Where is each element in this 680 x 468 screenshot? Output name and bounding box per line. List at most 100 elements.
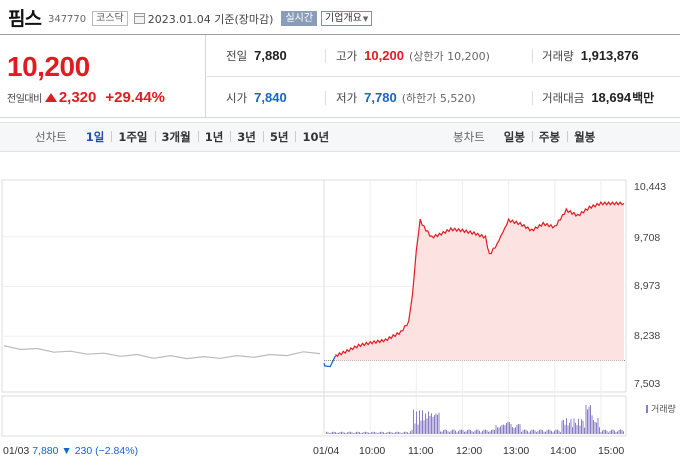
volume-bar [597,418,599,434]
volume-bar [380,431,381,434]
volume-bar [332,431,333,434]
volume-bar [413,409,414,434]
period-1y[interactable]: 1년 [197,129,231,145]
volume-bar [620,429,621,434]
candle-daily[interactable]: 일봉 [497,129,532,145]
volume-bar [587,409,588,434]
line-chart-title: 선차트 [35,130,67,144]
volume-bar [443,430,444,434]
open-cell: 시가 7,840 [226,77,287,118]
volume-bar [416,411,417,434]
today-line-down [323,355,337,368]
volume-bar [360,432,362,434]
period-3m[interactable]: 3개월 [154,129,198,145]
period-1w[interactable]: 1주일 [111,129,154,145]
volume-bar [482,430,483,434]
high-label: 고가 [336,48,358,63]
volume-bar [489,431,491,434]
volume-bar [419,410,420,434]
x-tick-label: 13:00 [503,445,530,457]
volume-bar [623,431,624,434]
volume-bar [356,431,357,434]
volume-bar [485,429,486,434]
chart-toolbar: 선차트 1일 1주일 3개월 1년 3년 5년 10년 봉차트 일봉 주봉 월봉 [0,122,680,152]
volume-bar [447,431,449,434]
prev-day-info: 01/03 7,880 ▼ 230 (−2.84%) [3,445,138,457]
volume-bar [554,430,555,434]
volume-bar [525,429,527,434]
volume-bar [381,431,383,434]
volume-bar [410,431,411,434]
volume-bar [579,425,581,434]
x-tick-label: 14:00 [550,445,577,457]
price-chart[interactable]: 10,443 9,708 8,973 8,238 7,503 거래량 01/03… [0,152,680,468]
volume-bar [480,432,482,434]
volume-bar [347,432,348,434]
volume-bar [611,429,612,434]
volume-bar [455,430,456,434]
volume-bar [365,431,366,434]
volume-bar [564,424,566,434]
current-price-cell: 10,200 전일대비 2,320 +29.44% [0,35,206,118]
volume-bar [344,432,345,434]
volume-bar [584,427,585,434]
volume-bar [566,418,567,434]
volume-bar [608,432,609,434]
volume-bar [569,422,570,434]
volume-bar [450,430,452,434]
volume-legend-label: 거래량 [651,405,676,415]
volume-bar [422,410,423,434]
period-10y[interactable]: 10년 [295,129,336,145]
volume-bar [462,430,464,434]
company-info-button[interactable]: 기업개요▼ [321,11,373,26]
volume-bar [522,430,524,434]
volume-bar [560,432,561,434]
volume-bar [551,431,552,434]
volume-bar [417,424,419,434]
realtime-button[interactable]: 실시간 [281,11,318,26]
volume-bar [375,432,377,434]
volume-bar [374,431,375,434]
volume-bar [504,425,506,434]
stock-code: 347770 [47,13,87,25]
volume-value: 1,913,876 [580,48,639,63]
volume-bar [492,429,494,434]
prev-close-cell: 전일 7,880 [226,35,287,76]
volume-bar [372,431,374,434]
volume-bar [357,431,359,434]
high-value: 10,200 [364,48,404,63]
volume-bar [468,429,470,434]
volume-bar [407,432,408,434]
volume-bar [471,431,473,434]
open-label: 시가 [226,90,248,105]
volume-bar [588,406,590,434]
period-3y[interactable]: 3년 [230,129,263,145]
candle-monthly[interactable]: 월봉 [567,129,602,145]
volume-bar [452,429,453,434]
x-tick-label: 01/04 [313,445,340,457]
volume-bar [621,430,623,434]
volume-bar [341,431,342,434]
volume-bar [458,431,459,434]
candle-weekly[interactable]: 주봉 [531,129,567,145]
volume-bar [606,430,608,434]
volume-bar [350,431,351,434]
volume-bar [428,411,429,434]
volume-bar [465,431,467,434]
volume-bar [426,418,428,434]
volume-bar [563,419,564,434]
volume-bar [429,415,431,434]
volume-bar [506,422,507,434]
volume-bar [395,432,396,434]
period-1d[interactable]: 1일 [79,129,112,145]
amount-cell: 거래대금 18,694 백만 [542,77,654,118]
current-price: 10,200 [7,51,90,82]
volume-bar [404,431,405,434]
prev-day-close: 7,880 [32,445,59,457]
volume-bar [528,432,530,434]
amount-unit: 백만 [632,91,655,105]
up-arrow-icon [44,93,57,102]
volume-bar [398,431,399,434]
period-5y[interactable]: 5년 [262,129,296,145]
volume-bar [446,429,447,434]
